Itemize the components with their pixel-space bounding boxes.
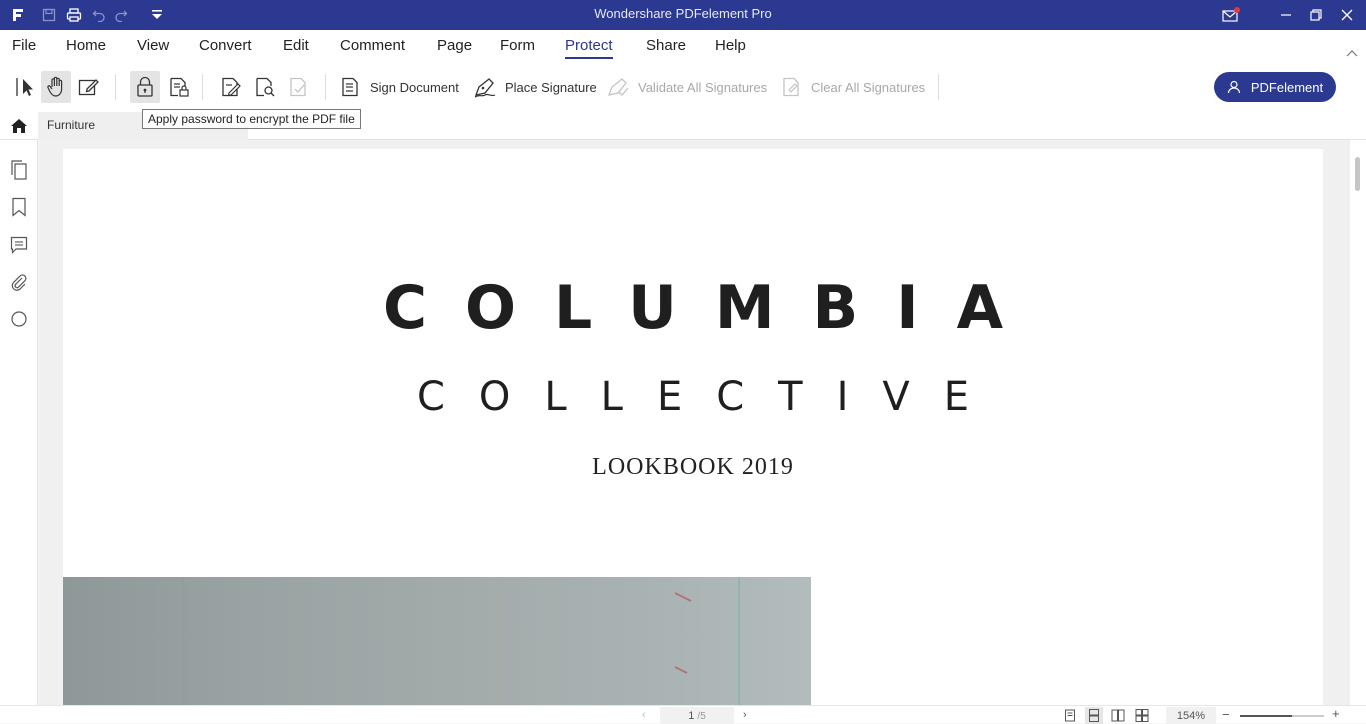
total-pages: /5 bbox=[697, 711, 706, 722]
minimize-icon[interactable] bbox=[1271, 0, 1301, 30]
menu-help[interactable]: Help bbox=[715, 37, 746, 54]
customize-toolbar-icon[interactable] bbox=[144, 0, 170, 30]
document-viewer[interactable]: COLUMBIA COLLECTIVE LOOKBOOK 2019 bbox=[39, 140, 1350, 705]
menu-bar: File Home View Convert Edit Comment Page… bbox=[0, 30, 1366, 62]
single-page-view-icon[interactable] bbox=[1061, 707, 1079, 724]
home-icon[interactable] bbox=[8, 116, 30, 136]
pdf-page: COLUMBIA COLLECTIVE LOOKBOOK 2019 bbox=[63, 149, 1323, 705]
clear-all-signatures-label: Clear All Signatures bbox=[811, 79, 926, 95]
two-page-continuous-view-icon[interactable] bbox=[1133, 707, 1151, 724]
menu-page[interactable]: Page bbox=[437, 37, 472, 54]
zoom-slider[interactable] bbox=[1240, 715, 1324, 717]
search-redact-icon[interactable] bbox=[250, 71, 280, 103]
save-icon[interactable] bbox=[36, 0, 62, 30]
menu-home[interactable]: Home bbox=[66, 37, 106, 54]
mail-icon[interactable] bbox=[1216, 0, 1246, 30]
cover-caption: LOOKBOOK 2019 bbox=[592, 454, 794, 480]
hand-tool-icon[interactable] bbox=[41, 71, 71, 103]
left-panel-rail bbox=[0, 140, 38, 723]
current-page: 1 bbox=[688, 710, 695, 722]
select-tool-icon[interactable] bbox=[10, 71, 40, 103]
collapse-ribbon-icon[interactable] bbox=[1346, 44, 1358, 62]
validate-all-signatures-label: Validate All Signatures bbox=[638, 79, 768, 95]
search-icon[interactable] bbox=[8, 308, 30, 330]
validate-all-signatures-button[interactable]: Validate All Signatures bbox=[606, 71, 767, 103]
cover-subtitle: COLLECTIVE bbox=[416, 374, 1004, 420]
menu-edit[interactable]: Edit bbox=[283, 37, 309, 54]
validate-signature-icon bbox=[607, 78, 629, 96]
menu-protect[interactable]: Protect bbox=[565, 37, 613, 59]
place-signature-icon bbox=[474, 78, 496, 98]
account-label: PDFelement bbox=[1250, 79, 1324, 95]
tab-label: Furniture bbox=[47, 118, 96, 132]
app-logo-icon[interactable] bbox=[5, 0, 31, 30]
apply-redaction-icon[interactable] bbox=[284, 71, 314, 103]
title-bar: Wondershare PDFelement Pro bbox=[0, 0, 1366, 30]
toolbar-separator bbox=[938, 74, 939, 100]
window-title: Wondershare PDFelement Pro bbox=[594, 6, 772, 21]
vertical-scrollbar[interactable] bbox=[1350, 140, 1366, 705]
menu-form[interactable]: Form bbox=[500, 37, 535, 54]
close-icon[interactable] bbox=[1332, 0, 1362, 30]
zoom-out-icon[interactable]: − bbox=[1222, 707, 1230, 722]
page-number-field[interactable]: 1 /5 bbox=[660, 707, 734, 724]
two-page-view-icon[interactable] bbox=[1109, 707, 1127, 724]
menu-convert[interactable]: Convert bbox=[199, 37, 252, 54]
sign-document-button[interactable]: Sign Document bbox=[340, 71, 459, 103]
sign-document-icon bbox=[342, 77, 358, 97]
cover-title: COLUMBIA bbox=[382, 273, 1042, 343]
redo-icon[interactable] bbox=[108, 0, 134, 30]
permissions-icon[interactable] bbox=[164, 71, 194, 103]
previous-page-icon[interactable]: ‹ bbox=[642, 709, 646, 721]
scrollbar-thumb[interactable] bbox=[1355, 157, 1360, 191]
print-icon[interactable] bbox=[61, 0, 87, 30]
continuous-view-icon[interactable] bbox=[1085, 707, 1103, 724]
attachment-icon[interactable] bbox=[8, 271, 30, 293]
sign-document-label: Sign Document bbox=[370, 79, 459, 95]
toolbar-separator bbox=[202, 74, 203, 100]
zoom-in-icon[interactable]: + bbox=[1332, 706, 1340, 721]
clear-signature-icon bbox=[783, 77, 799, 97]
user-icon bbox=[1227, 80, 1240, 94]
account-button[interactable]: PDFelement bbox=[1214, 72, 1336, 102]
menu-share[interactable]: Share bbox=[646, 37, 686, 54]
bookmark-icon[interactable] bbox=[8, 196, 30, 218]
zoom-value: 154% bbox=[1176, 710, 1206, 722]
next-page-icon[interactable]: › bbox=[743, 709, 747, 721]
edit-tool-icon[interactable] bbox=[73, 71, 103, 103]
encrypt-password-icon[interactable] bbox=[130, 71, 160, 103]
redact-icon[interactable] bbox=[216, 71, 246, 103]
place-signature-button[interactable]: Place Signature bbox=[473, 71, 597, 103]
toolbar-separator bbox=[115, 74, 116, 100]
zoom-level-field[interactable]: 154% bbox=[1166, 707, 1216, 724]
ribbon-toolbar: Sign Document Place Signature Validate A… bbox=[0, 62, 1366, 112]
restore-icon[interactable] bbox=[1301, 0, 1331, 30]
toolbar-separator bbox=[325, 74, 326, 100]
menu-file[interactable]: File bbox=[12, 37, 36, 54]
cover-photo bbox=[63, 577, 811, 705]
tooltip: Apply password to encrypt the PDF file bbox=[142, 109, 361, 129]
thumbnails-icon[interactable] bbox=[8, 159, 30, 181]
menu-view[interactable]: View bbox=[137, 37, 169, 54]
comments-icon[interactable] bbox=[8, 234, 30, 256]
clear-all-signatures-button[interactable]: Clear All Signatures bbox=[781, 71, 925, 103]
place-signature-label: Place Signature bbox=[505, 79, 597, 95]
status-bar: ‹ 1 /5 › 154% − + bbox=[0, 705, 1366, 724]
menu-comment[interactable]: Comment bbox=[340, 37, 405, 54]
zoom-slider-fill bbox=[1240, 715, 1293, 717]
